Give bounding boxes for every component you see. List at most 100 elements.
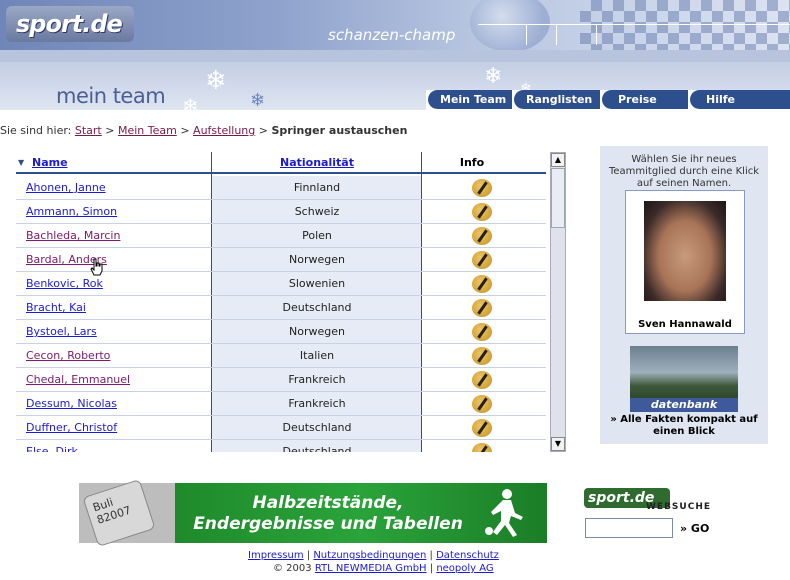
jumper-nationality: Frankreich [288,397,346,410]
jumper-photo [644,201,726,301]
table-row: Chedal, Emmanuel Frankreich [16,368,546,392]
jumper-name-link[interactable]: Ahonen, Janne [26,181,106,194]
jumper-nationality: Norwegen [289,253,345,266]
header-banner: sport.de schanzen-champ [0,0,790,50]
breadcrumb-current: Springer austauschen [271,124,408,137]
featured-jumper-name: Sven Hannawald [638,319,732,330]
breadcrumb-separator: > [180,124,190,137]
breadcrumb-mein-team[interactable]: Mein Team [118,124,177,137]
footer-link-datenschutz[interactable]: Datenschutz [436,550,499,561]
header-strip [0,50,790,62]
websuche-caption: WEBSUCHE [646,502,712,512]
table-row: Cecon, Roberto Italien [16,344,546,368]
breadcrumb-aufstellung[interactable]: Aufstellung [193,124,255,137]
snowflake-icon: ❄ [182,94,199,118]
banner-phone-text: Buli 82007 [91,495,133,527]
breadcrumb-separator: > [258,124,268,137]
sport-de-logo[interactable]: sport.de [6,6,134,42]
jumper-nationality: Finnland [293,181,341,194]
footer-link-neopoly[interactable]: neopoly AG [436,563,493,574]
jumper-name-link[interactable]: Else, Dirk [26,445,78,452]
search-input[interactable] [585,518,673,538]
jumper-nationality: Schweiz [294,205,340,218]
info-icon[interactable] [472,371,492,389]
footer-links: Impressum | Nutzungsbedingungen | Datens… [248,550,499,561]
jumper-nationality: Deutschland [282,301,352,314]
footer-link-impressum[interactable]: Impressum [248,550,304,561]
jumper-name-link[interactable]: Cecon, Roberto [26,349,110,362]
jumper-name-link[interactable]: Chedal, Emmanuel [26,373,130,386]
table-header: ▼ Name Nationalität Info [16,152,546,174]
breadcrumb-separator: > [105,124,115,137]
info-icon[interactable] [472,227,492,245]
sort-arrow-icon[interactable]: ▼ [18,158,24,167]
table-row: Ahonen, Janne Finnland [16,176,546,200]
datenbank-image[interactable]: datenbank [630,346,738,412]
info-icon[interactable] [472,275,492,293]
footer-link-rtl[interactable]: RTL NEWMEDIA GmbH [315,563,427,574]
breadcrumb: Sie sind hier: Start > Mein Team > Aufst… [0,124,407,137]
jumper-nationality: Norwegen [289,325,345,338]
table-row: Duffner, Christof Deutschland [16,416,546,440]
breadcrumb-start[interactable]: Start [75,124,102,137]
jumper-name-link[interactable]: Ammann, Simon [26,205,117,218]
tab-preise[interactable]: Preise [602,90,688,109]
column-header-name[interactable]: Name [32,156,68,169]
search-go-button[interactable]: » GO [680,522,709,535]
jumper-nationality: Slowenien [288,277,346,290]
logo-text: sport.de [16,10,123,38]
footer-copyright: © 2003 RTL NEWMEDIA GmbH | neopoly AG [273,563,494,574]
jumper-name-link[interactable]: Duffner, Christof [26,421,117,434]
snowflake-icon: ❄ [250,90,266,111]
info-icon[interactable] [472,419,492,437]
table-row: Else, Dirk Deutschland [16,440,546,452]
breadcrumb-prefix: Sie sind hier: [0,124,72,137]
info-icon[interactable] [472,395,492,413]
table-row: Bachleda, Marcin Polen [16,224,546,248]
snowflake-icon: ❄ [484,64,503,89]
ad-banner[interactable]: Buli 82007 Halbzeitstände, Endergebnisse… [79,479,547,547]
table-row: Dessum, Nicolas Frankreich [16,392,546,416]
side-panel: Wählen Sie ihr neues Teammitglied durch … [600,146,768,444]
snowflake-icon: ❄ [205,66,227,96]
jumper-name-link[interactable]: Bystoel, Lars [26,325,97,338]
info-icon[interactable] [472,179,492,197]
tab-mein-team[interactable]: Mein Team [428,90,512,109]
datenbank-link[interactable]: » Alle Fakten kompakt auf einen Blick [604,414,764,438]
tab-ranglisten[interactable]: Ranglisten [514,90,600,109]
scroll-up-button[interactable]: ▲ [551,153,565,167]
table-row: Ammann, Simon Schweiz [16,200,546,224]
side-instruction: Wählen Sie ihr neues Teammitglied durch … [608,154,760,189]
app-title: schanzen-champ [328,26,456,44]
phone-icon: Buli 82007 [82,479,156,547]
jumper-name-link[interactable]: Benkovic, Rok [26,277,103,290]
info-icon[interactable] [472,299,492,317]
info-icon[interactable] [472,323,492,341]
jumper-name-link[interactable]: Bracht, Kai [26,301,86,314]
table-row: Bystoel, Lars Norwegen [16,320,546,344]
jumper-name-link[interactable]: Dessum, Nicolas [26,397,117,410]
soccer-player-icon [485,489,523,537]
info-icon[interactable] [472,347,492,365]
scroll-thumb[interactable] [551,168,565,228]
jumper-name-link[interactable]: Bachleda, Marcin [26,229,120,242]
scroll-down-button[interactable]: ▼ [551,437,565,451]
copyright-prefix: © 2003 [273,563,312,574]
table-scrollbar[interactable]: ▲ ▼ [550,152,566,452]
featured-jumper-card[interactable]: Sven Hannawald [625,190,745,334]
tab-hilfe[interactable]: Hilfe [690,90,790,109]
column-header-info: Info [459,156,485,169]
info-icon[interactable] [472,203,492,221]
section-title: mein team [56,84,166,108]
banner-text: Halbzeitstände, Endergebnisse und Tabell… [193,493,463,534]
info-icon[interactable] [472,251,492,269]
jumper-table: ▼ Name Nationalität Info Ahonen, Janne Fi… [16,152,546,452]
jumper-nationality: Italien [299,349,335,362]
footer-link-nutzungsbedingungen[interactable]: Nutzungsbedingungen [313,550,426,561]
jumper-nationality: Deutschland [282,421,352,434]
hand-cursor-icon [90,258,103,276]
info-icon[interactable] [472,443,492,452]
column-header-nationality[interactable]: Nationalität [212,156,422,169]
jumper-nationality: Polen [302,229,332,242]
main-nav: Mein Team Ranglisten Preise Hilfe [426,90,790,110]
